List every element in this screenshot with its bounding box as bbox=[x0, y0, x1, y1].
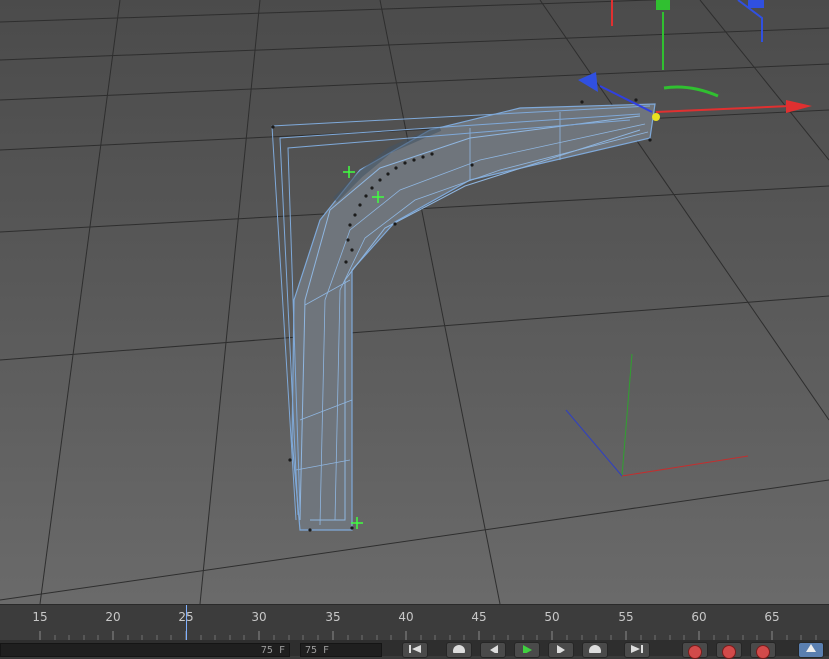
transport-bar: 75 F 75 F bbox=[0, 640, 829, 659]
timeline-tick-label: 55 bbox=[618, 610, 634, 624]
keyframe-selection-icon bbox=[756, 645, 770, 659]
play-icon bbox=[523, 645, 532, 653]
step-forward-icon bbox=[557, 645, 565, 653]
step-back-icon bbox=[490, 645, 498, 653]
key-tool-icon bbox=[806, 644, 816, 652]
timeline-tick-label: 60 bbox=[691, 610, 707, 624]
record-active-objects-icon bbox=[688, 645, 702, 659]
timeline-tick-label: 40 bbox=[398, 610, 414, 624]
timeline-tick-label: 65 bbox=[764, 610, 780, 624]
timeline-tick-label: 20 bbox=[105, 610, 121, 624]
end-frame-field[interactable]: 75 F bbox=[300, 643, 382, 657]
timeline-tick-label: 15 bbox=[32, 610, 48, 624]
go-to-start-icon bbox=[409, 645, 421, 653]
timeline-tick-label: 45 bbox=[471, 610, 487, 624]
go-to-end-icon bbox=[631, 645, 643, 653]
timeline-tick-label: 30 bbox=[251, 610, 267, 624]
timeline-tick-label: 35 bbox=[325, 610, 341, 624]
timeline-playhead[interactable] bbox=[186, 605, 187, 641]
3d-viewport[interactable] bbox=[0, 0, 829, 604]
autokeying-icon bbox=[722, 645, 736, 659]
timeline-ruler[interactable]: 15 20 25 30 35 40 45 50 55 60 65 bbox=[0, 604, 829, 641]
object-axis-gizmo bbox=[565, 353, 749, 477]
next-keyframe-icon bbox=[589, 645, 601, 653]
timeline-tick-label: 50 bbox=[544, 610, 560, 624]
previous-keyframe-icon bbox=[453, 645, 465, 653]
start-frame-field[interactable]: 75 F bbox=[0, 643, 290, 657]
viewport-canvas[interactable] bbox=[0, 0, 829, 604]
selected-point[interactable] bbox=[652, 113, 660, 121]
mesh-object[interactable] bbox=[291, 103, 656, 531]
